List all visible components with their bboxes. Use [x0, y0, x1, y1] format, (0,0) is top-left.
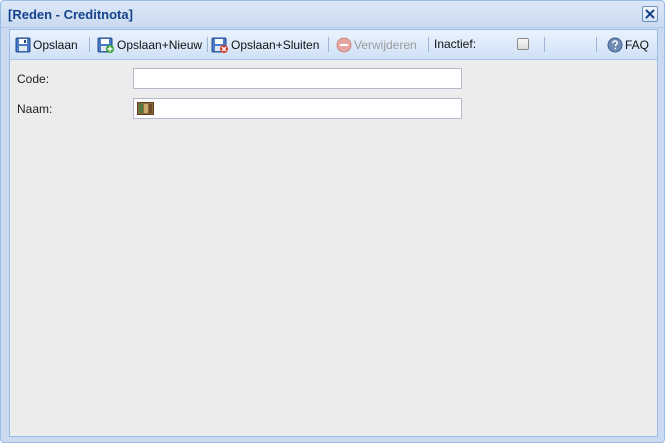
help-globe-icon — [607, 37, 623, 52]
save-new-label: Opslaan+Nieuw — [117, 37, 203, 52]
save-label: Opslaan — [33, 37, 78, 52]
floppy-disk-icon — [15, 37, 31, 52]
dialog-body: Opslaan Opslaan+Nieuw Opslaan+Sluiten Ve… — [9, 29, 658, 437]
faq-label: FAQ — [625, 37, 650, 52]
toolbar-separator — [544, 37, 545, 52]
toolbar-separator — [89, 37, 90, 52]
close-icon — [645, 9, 655, 19]
save-close-label: Opslaan+Sluiten — [231, 37, 320, 52]
save-close-button[interactable]: Opslaan+Sluiten — [211, 35, 319, 54]
faq-button[interactable]: FAQ — [607, 35, 649, 54]
code-label: Code: — [17, 72, 50, 86]
dialog-window: [Reden - Creditnota] Opslaan Opslaan+Nie… — [0, 0, 665, 443]
inactive-label: Inactief: — [434, 37, 477, 51]
toolbar-separator — [328, 37, 329, 52]
window-title: [Reden - Creditnota] — [8, 7, 133, 22]
save-button[interactable]: Opslaan — [15, 35, 78, 54]
save-new-button[interactable]: Opslaan+Nieuw — [97, 35, 202, 54]
toolbar-separator — [428, 37, 429, 52]
delete-label: Verwijderen — [354, 37, 417, 52]
naam-label: Naam: — [17, 102, 53, 116]
delete-button[interactable]: Verwijderen — [336, 35, 417, 54]
toolbar-separator — [207, 37, 208, 52]
minus-circle-icon — [336, 37, 352, 52]
translation-icon[interactable] — [137, 102, 154, 115]
inactive-checkbox[interactable] — [517, 38, 529, 50]
close-button[interactable] — [642, 6, 658, 22]
window-titlebar[interactable]: [Reden - Creditnota] — [1, 1, 664, 28]
naam-input[interactable] — [133, 98, 462, 119]
toolbar-separator — [596, 37, 597, 52]
floppy-disk-plus-icon — [97, 37, 114, 53]
code-input[interactable] — [133, 68, 462, 89]
floppy-disk-close-icon — [211, 37, 228, 53]
toolbar: Opslaan Opslaan+Nieuw Opslaan+Sluiten Ve… — [10, 30, 657, 60]
